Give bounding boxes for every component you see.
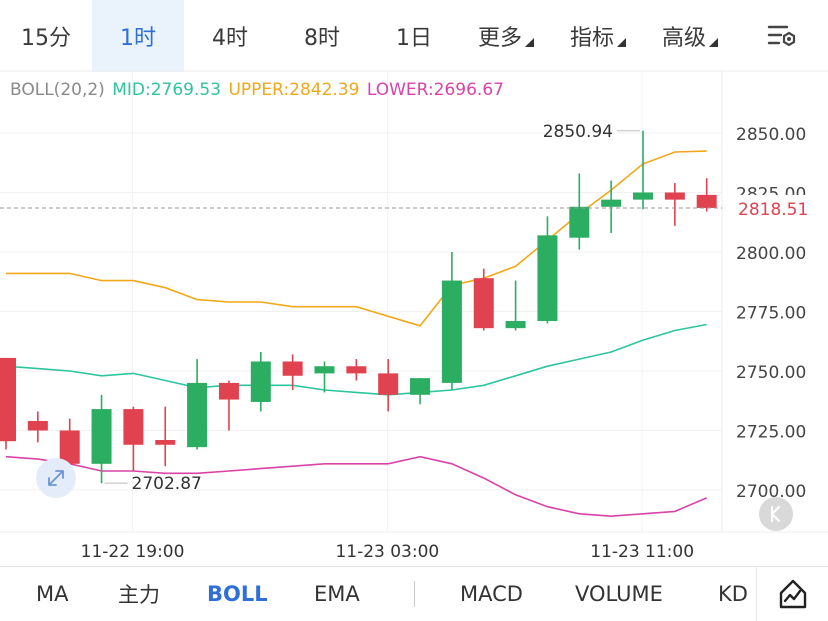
- indicator-tab-kd[interactable]: KD: [718, 567, 748, 621]
- candle-body: [250, 361, 271, 402]
- dropdown-caret-icon: [709, 37, 718, 47]
- low-price-label: 2702.87: [132, 474, 202, 494]
- legend-upper: UPPER:2842.39: [228, 80, 360, 100]
- indicator-tab-ema[interactable]: EMA: [314, 567, 360, 621]
- tab-8h[interactable]: 8时: [276, 0, 368, 72]
- divider: [414, 581, 415, 607]
- candle-body: [187, 382, 208, 448]
- dropdown-caret-icon: [617, 37, 626, 47]
- legend-indicator-name: BOLL(20,2): [10, 80, 105, 100]
- legend-mid: MID:2769.53: [112, 80, 222, 100]
- indicator-tab-bar: MA 主力 BOLL EMA MACD VOLUME KD: [0, 566, 828, 621]
- tab-advanced[interactable]: 高级: [644, 0, 736, 72]
- candle-body: [696, 194, 717, 208]
- candle-body: [473, 278, 494, 329]
- candlestick-chart[interactable]: 2850.002825.002800.002775.002750.002725.…: [0, 70, 828, 566]
- current-price-label: 2818.51: [738, 200, 808, 220]
- candle-body: [505, 321, 526, 329]
- tab-label: 15分: [21, 26, 71, 51]
- indicator-tab-label: MA: [36, 582, 69, 606]
- boll-upper-line: [6, 150, 707, 327]
- indicator-tab-ma[interactable]: MA: [36, 567, 68, 621]
- indicator-tab-label: VOLUME: [575, 582, 663, 606]
- candle-body: [633, 192, 653, 200]
- tab-1d[interactable]: 1日: [368, 0, 460, 72]
- tab-label: 1日: [396, 26, 432, 51]
- legend-lower: LOWER:2696.67: [366, 80, 504, 100]
- indicator-tab-label: EMA: [314, 582, 360, 606]
- y-tick-label: 2800.00: [736, 244, 806, 264]
- period-tab-bar: 15分 1时 4时 8时 1日 更多 指标 高级: [0, 0, 828, 72]
- tab-4h[interactable]: 4时: [184, 0, 276, 72]
- candle-body: [569, 206, 590, 238]
- tab-label: 高级: [661, 26, 706, 51]
- chart-settings-icon: [767, 25, 796, 47]
- drawing-tool-button[interactable]: [756, 567, 828, 621]
- y-tick-label: 2775.00: [736, 304, 806, 324]
- x-tick-label: 11-23 03:00: [335, 542, 439, 562]
- y-tick-label: 2850.00: [736, 125, 806, 145]
- tab-label: 更多: [477, 26, 522, 51]
- candle-body: [537, 235, 558, 322]
- tab-label: 指标: [569, 26, 614, 51]
- candle-body: [282, 361, 303, 376]
- candle-body: [346, 366, 367, 374]
- drawing-tool-icon: [779, 579, 807, 609]
- boll-lower-line: [5, 455, 708, 518]
- y-tick-label: 2725.00: [736, 423, 806, 443]
- tab-1h[interactable]: 1时: [92, 0, 184, 72]
- scroll-left-button[interactable]: [759, 497, 793, 531]
- tab-label: 8时: [304, 26, 340, 51]
- candle-body: [155, 440, 176, 445]
- indicator-tab-label: MACD: [460, 582, 523, 606]
- candle-body: [91, 409, 112, 464]
- candle-body: [601, 199, 622, 207]
- candle-body: [314, 366, 335, 374]
- candle-body: [59, 430, 80, 464]
- tab-label: 4时: [212, 26, 248, 51]
- candle-body: [218, 382, 239, 400]
- candle-body: [664, 192, 685, 200]
- dropdown-caret-icon: [525, 37, 534, 47]
- candle-body: [27, 420, 48, 431]
- indicator-tab-label: BOLL: [207, 582, 268, 606]
- candle-body: [410, 378, 431, 395]
- x-tick-label: 11-23 11:00: [590, 542, 694, 562]
- y-tick-label: 2750.00: [736, 363, 806, 383]
- tab-more[interactable]: 更多: [460, 0, 552, 72]
- candle-body: [378, 373, 399, 395]
- tab-label: 1时: [120, 26, 156, 51]
- indicator-tab-macd[interactable]: MACD: [460, 567, 523, 621]
- tab-indicators[interactable]: 指标: [552, 0, 644, 72]
- candle-body: [0, 357, 16, 442]
- indicator-tab-main[interactable]: 主力: [118, 567, 160, 621]
- indicator-tab-volume[interactable]: VOLUME: [575, 567, 663, 621]
- x-tick-label: 11-22 19:00: [81, 542, 185, 562]
- candle-body: [441, 280, 462, 383]
- tab-15min[interactable]: 15分: [0, 0, 92, 72]
- indicator-tab-boll[interactable]: BOLL: [207, 567, 268, 621]
- chart-settings-button[interactable]: [736, 0, 828, 72]
- indicator-tab-label: KD: [718, 582, 748, 606]
- indicator-tab-label: 主力: [118, 583, 160, 607]
- high-price-label: 2850.94: [543, 122, 613, 142]
- candle-body: [123, 409, 144, 445]
- boll-legend: BOLL(20,2) MID:2769.53 UPPER:2842.39 LOW…: [10, 80, 506, 100]
